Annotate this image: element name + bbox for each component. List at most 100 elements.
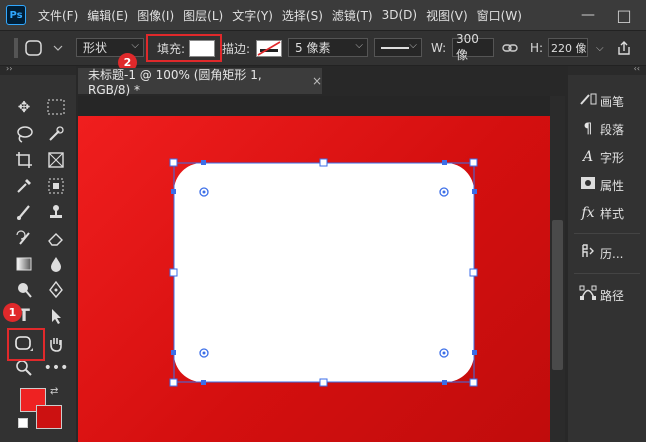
chevron-down-icon: ⌵: [131, 40, 139, 51]
menu-view[interactable]: 视图(V): [426, 7, 468, 24]
more-options-chevron-icon[interactable]: ⌵: [596, 31, 604, 65]
right-panel-header: ‹‹: [568, 64, 646, 75]
shape-mode-value: 形状: [83, 41, 108, 55]
height-label: H:: [530, 41, 544, 55]
stamp-tool-icon[interactable]: [44, 200, 68, 224]
menu-3d[interactable]: 3D(D): [382, 8, 417, 22]
dodge-tool-icon[interactable]: [12, 278, 36, 302]
chevron-down-icon: ⌵: [355, 40, 363, 51]
height-input[interactable]: 220 像: [548, 38, 588, 57]
rounded-rectangle-shape[interactable]: [78, 96, 550, 442]
pen-tool-icon[interactable]: [44, 278, 68, 302]
toolbar-header: ››: [0, 64, 76, 75]
menu-layer[interactable]: 图层(L): [183, 7, 223, 24]
shape-mode-select[interactable]: 形状 ⌵: [76, 38, 144, 57]
scrollbar-thumb[interactable]: [552, 220, 563, 370]
paths-icon: [576, 285, 600, 305]
lasso-tool-icon[interactable]: [12, 122, 36, 146]
stroke-none-swatch-icon[interactable]: [256, 39, 282, 57]
gradient-tool-icon[interactable]: [12, 252, 36, 276]
annotation-badge-1: 1: [3, 303, 22, 322]
panel-glyphs[interactable]: A 字形: [568, 145, 646, 169]
width-input[interactable]: 300 像: [452, 32, 494, 62]
eyedropper-tool-icon[interactable]: [12, 174, 36, 198]
panel-divider: [574, 273, 640, 274]
panel-history[interactable]: 历...: [568, 241, 646, 265]
swap-colors-icon[interactable]: ⇄: [50, 386, 58, 397]
marquee-tool-icon[interactable]: [44, 95, 68, 119]
hand-tool-icon[interactable]: [44, 332, 68, 356]
tools-panel: ✥ T ••• ⇄: [0, 75, 76, 442]
menu-image[interactable]: 图像(I): [137, 7, 174, 24]
tool-highlight-box: [7, 328, 45, 361]
stroke-type-select[interactable]: ⌵: [374, 38, 422, 57]
stroke-width-value: 5 像素: [295, 41, 331, 55]
solid-line-icon: [381, 46, 409, 49]
panel-paragraph-label: 段落: [600, 122, 625, 137]
stroke-label: 描边:: [222, 41, 251, 56]
background-color-swatch[interactable]: [36, 405, 62, 429]
menu-bar: Ps 文件(F) 编辑(E) 图像(I) 图层(L) 文字(Y) 选择(S) 滤…: [0, 0, 646, 30]
eraser-tool-icon[interactable]: [44, 226, 68, 250]
panel-history-label: 历...: [600, 246, 624, 261]
menu-edit[interactable]: 编辑(E): [87, 7, 128, 24]
panel-brush-label: 画笔: [600, 94, 625, 109]
brush-tool-icon[interactable]: [12, 200, 36, 224]
menu-window[interactable]: 窗口(W): [477, 7, 522, 24]
link-icon: [502, 44, 518, 52]
width-label: W:: [431, 41, 447, 55]
panel-brush[interactable]: 画笔: [568, 89, 646, 113]
more-tools-icon[interactable]: •••: [44, 356, 69, 380]
options-grip: [14, 31, 18, 65]
panel-styles-label: 样式: [600, 206, 625, 221]
link-dimensions-button[interactable]: [502, 31, 518, 65]
menu-file[interactable]: 文件(F): [38, 7, 78, 24]
share-icon: [618, 41, 630, 55]
photoshop-logo: Ps: [6, 5, 26, 25]
history-brush-tool-icon[interactable]: [12, 226, 36, 250]
default-colors-icon[interactable]: [18, 418, 28, 428]
share-button[interactable]: [616, 31, 632, 65]
panel-divider: [574, 233, 640, 234]
collapse-panels-icon[interactable]: ‹‹: [634, 64, 640, 73]
panel-paragraph[interactable]: ¶ 段落: [568, 117, 646, 141]
stroke-width-input[interactable]: 5 像素 ⌵: [288, 38, 368, 57]
panel-paths-label: 路径: [600, 288, 625, 303]
panels-dock: 画笔 ¶ 段落 A 字形 属性 fx 样式 历... 路径: [568, 75, 646, 442]
crop-tool-icon[interactable]: [12, 148, 36, 172]
blur-tool-icon[interactable]: [44, 252, 68, 276]
chevron-down-icon: ⌵: [409, 40, 417, 51]
properties-icon: [576, 176, 600, 194]
move-tool-icon[interactable]: ✥: [12, 95, 36, 119]
frame-tool-icon[interactable]: [44, 148, 68, 172]
history-icon: [576, 243, 600, 263]
options-bar: 形状 ⌵ 填充: 描边: 5 像素 ⌵ ⌵ W: 300 像 H: 220 像 …: [0, 30, 646, 66]
glyphs-icon: A: [582, 149, 594, 165]
path-selection-tool-icon[interactable]: [44, 304, 68, 328]
canvas-area[interactable]: [78, 96, 550, 442]
minimize-button[interactable]: —: [574, 0, 602, 30]
menu-type[interactable]: 文字(Y): [232, 7, 273, 24]
document-title: 未标题-1 @ 100% (圆角矩形 1, RGB/8) *: [88, 67, 262, 97]
menu-filter[interactable]: 滤镜(T): [332, 7, 373, 24]
collapse-toolbar-icon[interactable]: ››: [6, 64, 12, 73]
close-tab-icon[interactable]: ×: [312, 74, 322, 88]
brush-settings-icon: [576, 92, 600, 110]
menu-select[interactable]: 选择(S): [282, 7, 323, 24]
rounded-rect-preset-icon: [25, 40, 63, 56]
fill-highlight-box: [146, 34, 222, 62]
stroke-swatch-wrap[interactable]: [256, 31, 282, 65]
paragraph-icon: ¶: [583, 121, 593, 137]
panel-styles[interactable]: fx 样式: [568, 201, 646, 225]
document-tab-bar: 未标题-1 @ 100% (圆角矩形 1, RGB/8) * ×: [78, 67, 567, 97]
panel-properties-label: 属性: [600, 178, 625, 193]
panel-paths[interactable]: 路径: [568, 283, 646, 307]
object-selection-tool-icon[interactable]: [44, 174, 68, 198]
tool-preset-picker[interactable]: [24, 31, 64, 65]
quick-selection-tool-icon[interactable]: [44, 122, 68, 146]
panel-glyphs-label: 字形: [600, 150, 625, 165]
maximize-button[interactable]: □: [610, 0, 638, 30]
tab-document[interactable]: 未标题-1 @ 100% (圆角矩形 1, RGB/8) * ×: [78, 67, 322, 97]
panel-properties[interactable]: 属性: [568, 173, 646, 197]
styles-fx-icon: fx: [581, 205, 595, 221]
